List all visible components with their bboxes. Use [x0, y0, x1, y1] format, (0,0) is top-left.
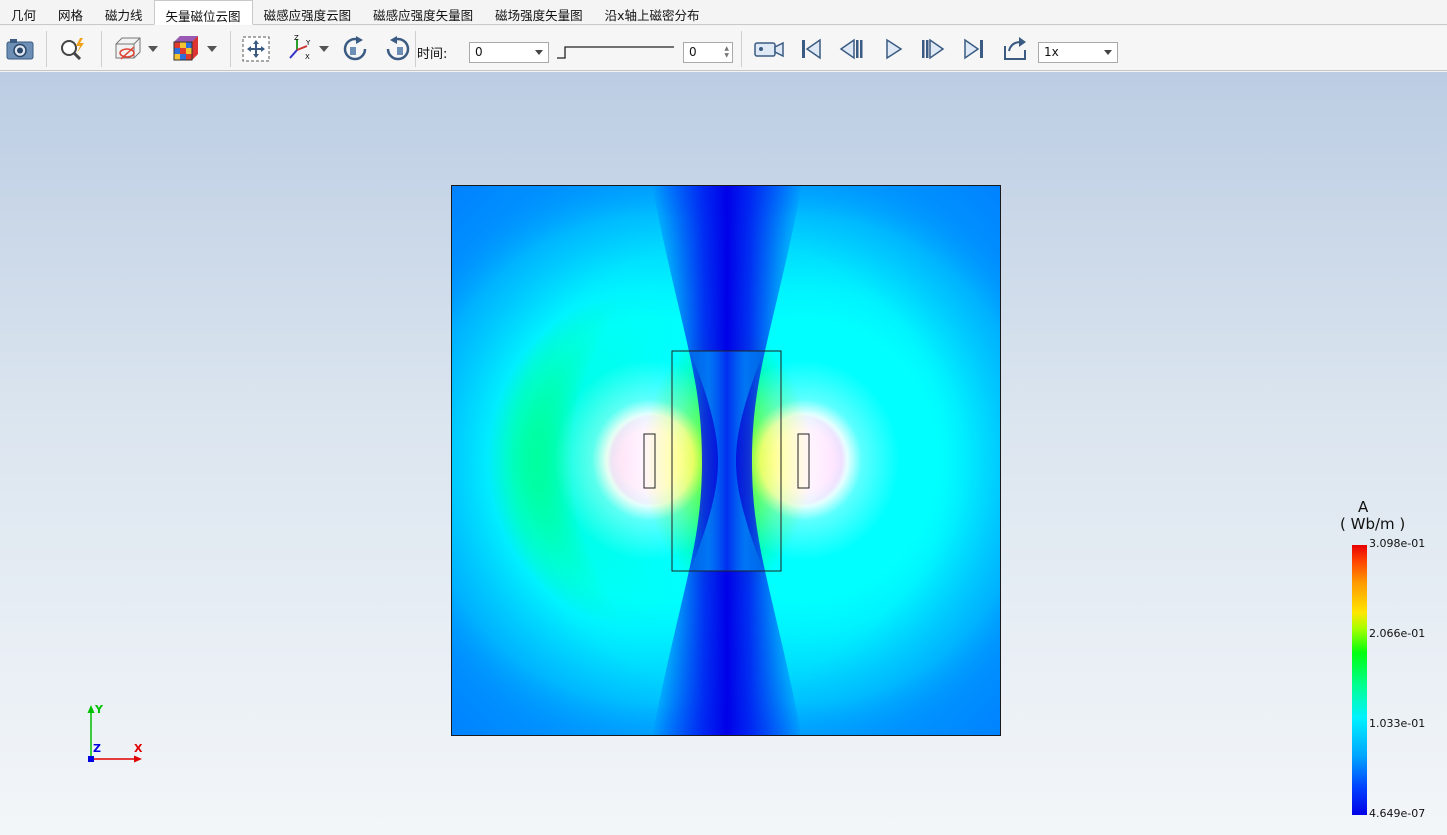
svg-text:X: X — [305, 53, 310, 61]
last-frame-icon[interactable] — [959, 35, 989, 63]
svg-text:Z: Z — [294, 34, 299, 42]
color-map-dropdown[interactable] — [168, 35, 220, 63]
y-axis-arrow — [87, 705, 95, 713]
legend-colorbar — [1352, 545, 1367, 815]
svg-text:Y: Y — [305, 39, 311, 47]
axes-orientation-dropdown[interactable]: ZYX — [283, 34, 331, 65]
frame-spinbox[interactable]: 0 ▲ ▼ — [683, 42, 733, 63]
spin-arrows-icon: ▲ ▼ — [724, 45, 729, 59]
tab-4[interactable]: 磁感应强度云图 — [253, 0, 363, 24]
display-mode-icon — [112, 34, 144, 65]
legend-tick: 2.066e-01 — [1369, 627, 1426, 640]
x-axis-arrow — [134, 755, 142, 763]
toolbar-separator — [101, 31, 102, 67]
x-axis-label: X — [134, 742, 143, 755]
tab-7[interactable]: 沿x轴上磁密分布 — [594, 0, 711, 24]
zoom-fit-icon[interactable] — [57, 35, 89, 63]
z-axis-marker — [88, 756, 94, 762]
tab-3[interactable]: 矢量磁位云图 — [153, 0, 253, 25]
legend-quantity: A — [1358, 498, 1369, 516]
chevron-down-icon — [1104, 50, 1112, 55]
time-slider[interactable] — [556, 43, 676, 61]
toolbar-separator — [741, 31, 742, 67]
result-tab-bar: 几何 网格 磁力线 矢量磁位云图 磁感应强度云图 磁感应强度矢量图 磁场强度矢量图 沿x轴上磁… — [0, 0, 1447, 25]
z-axis-label: Z — [93, 742, 101, 755]
legend-unit: ( Wb/m ) — [1340, 515, 1406, 533]
play-icon[interactable] — [878, 35, 908, 63]
display-mode-dropdown[interactable] — [110, 35, 160, 63]
tab-1[interactable]: 网格 — [47, 0, 94, 24]
tab-0[interactable]: 几何 — [0, 0, 47, 24]
y-axis-label: Y — [94, 703, 104, 716]
tab-5[interactable]: 磁感应强度矢量图 — [362, 0, 484, 24]
time-label: 时间: — [417, 47, 448, 62]
viewer-toolbar: ZYX 时间: 0 0 ▲ ▼ 1x — [0, 26, 1447, 71]
legend-tick: 1.033e-01 — [1369, 717, 1426, 730]
toolbar-separator — [415, 31, 416, 67]
step-back-icon[interactable] — [836, 35, 866, 63]
tab-6[interactable]: 磁场强度矢量图 — [484, 0, 594, 24]
toolbar-separator — [230, 31, 231, 67]
toolbar-separator — [46, 31, 47, 67]
vector-potential-contour-plot — [451, 185, 1001, 736]
chevron-down-icon — [319, 46, 329, 52]
step-forward-icon[interactable] — [918, 35, 948, 63]
color-cube-icon — [171, 34, 201, 65]
frame-spinbox-value: 0 — [689, 45, 697, 59]
speed-select[interactable]: 1x — [1038, 42, 1118, 63]
chevron-down-icon — [207, 46, 217, 52]
first-frame-icon[interactable] — [796, 35, 826, 63]
speed-select-value: 1x — [1044, 45, 1059, 59]
axes-orientation-icon: ZYX — [285, 34, 315, 65]
time-select[interactable]: 0 — [469, 42, 549, 63]
chevron-down-icon — [535, 50, 543, 55]
rotate-cw-icon[interactable] — [340, 35, 372, 63]
chevron-down-icon — [148, 46, 158, 52]
time-select-value: 0 — [475, 45, 483, 59]
legend-tick-min: 4.649e-07 — [1369, 807, 1426, 820]
camera-icon[interactable] — [5, 35, 35, 63]
pan-icon[interactable] — [240, 35, 272, 63]
axes-triad: Y X Z — [80, 703, 150, 772]
rotate-ccw-icon[interactable] — [381, 35, 413, 63]
record-video-icon[interactable] — [752, 35, 786, 63]
legend-tick-max: 3.098e-01 — [1369, 537, 1426, 550]
tab-2[interactable]: 磁力线 — [94, 0, 154, 24]
loop-icon[interactable] — [1000, 35, 1030, 63]
